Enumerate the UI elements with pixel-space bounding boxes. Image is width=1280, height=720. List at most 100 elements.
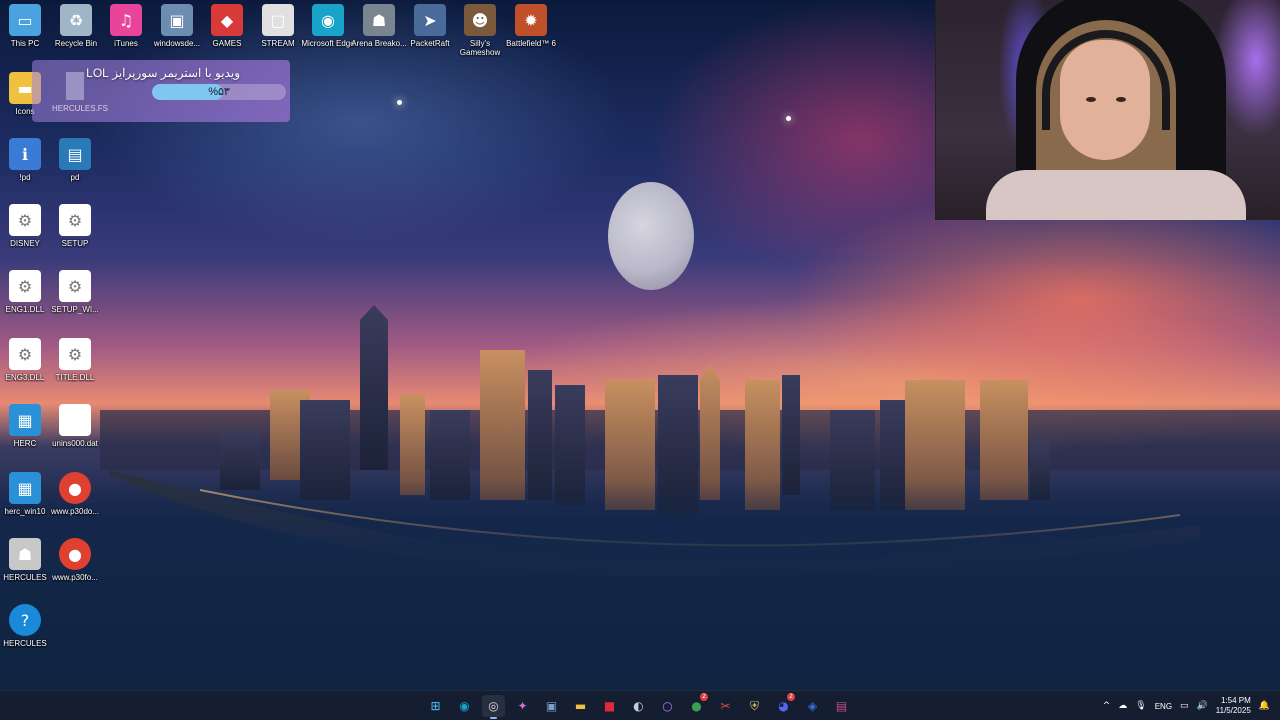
obs-icon: ◎ <box>488 699 499 713</box>
start-button[interactable]: ⊞ <box>424 695 447 717</box>
installer-icon: ▣ <box>161 4 193 36</box>
desktop-icon-pd[interactable]: ▤ pd <box>47 138 103 182</box>
sillys-gameshow-icon: ☻ <box>464 4 496 36</box>
chrome-icon: ● <box>59 472 91 504</box>
desktop-icon-label: pd <box>70 173 80 182</box>
herc-icon: ▦ <box>9 404 41 436</box>
desktop-icon-label: TITLE.DLL <box>55 373 95 382</box>
star <box>786 116 791 121</box>
shield-icon: ⛨ <box>749 698 759 713</box>
chrome-icon: ● <box>59 538 91 570</box>
taskbar-vpn[interactable]: ⛨ <box>743 695 766 717</box>
taskbar-copilot[interactable]: ✦ <box>511 695 534 717</box>
taskbar-steam[interactable]: ◐ <box>627 695 650 717</box>
recycle-bin-icon: ♻ <box>60 4 92 36</box>
folder-icon: ▬ <box>574 699 587 713</box>
donation-overlay: ویدیو با استریمر سورپرایز LOL %۵۳ HERCUL… <box>32 60 290 122</box>
desktop-icon-label: www.p30do... <box>50 507 100 516</box>
desktop-icon-www-p30do[interactable]: ● www.p30do... <box>47 472 103 516</box>
discord-icon: ◕ <box>778 699 789 713</box>
star <box>397 100 402 105</box>
blue-app-icon: ◈ <box>807 699 818 713</box>
games-icon: ◆ <box>211 4 243 36</box>
taskbar-app-red[interactable]: ■ <box>598 695 621 717</box>
notification-icon[interactable]: 🔔 <box>1259 701 1270 711</box>
packetraft-icon: ➤ <box>414 4 446 36</box>
windows-icon: ⊞ <box>430 699 441 713</box>
overlay-percent: %۵۳ <box>208 86 230 98</box>
onedrive-icon[interactable]: ☁ <box>1118 701 1127 711</box>
dll-file-icon: ⚙ <box>9 270 41 302</box>
monitor-icon: ▭ <box>9 4 41 36</box>
dll-file-icon: ⚙ <box>59 338 91 370</box>
taskbar-setup[interactable]: ▣ <box>540 695 563 717</box>
installer-icon: ▣ <box>545 699 558 713</box>
taskbar: ⊞ ◉ ◎ ✦ ▣ ▬ ■ ◐ ○ ● 2 ✂ ⛨ ◕ 2 ◈ ▤ ^ ☁ 🎙 ENG ▭ 🔊 1:54 PM … <box>0 690 1280 720</box>
notification-badge: 2 <box>700 693 708 701</box>
desktop-icon-title-dll[interactable]: ⚙ TITLE.DLL <box>47 338 103 382</box>
overlay-title: ویدیو با استریمر سورپرایز LOL <box>86 66 240 80</box>
edge-icon: ◉ <box>459 699 470 713</box>
desktop-icon-hercules[interactable]: ? HERCULES <box>0 604 53 648</box>
water <box>0 480 1280 690</box>
arena-breakout-icon: ☗ <box>363 4 395 36</box>
battlefield-icon: ✹ <box>515 4 547 36</box>
taskbar-obs[interactable]: ◎ <box>482 695 505 719</box>
taskbar-winrar[interactable]: ▤ <box>830 695 853 717</box>
notification-badge: 2 <box>787 693 795 701</box>
setup-info-icon: ℹ <box>9 138 41 170</box>
moon <box>608 182 694 290</box>
clock-time: 1:54 PM <box>1220 696 1251 705</box>
desktop-icon-label: HERCULES <box>3 639 47 648</box>
blank-file-icon <box>59 404 91 436</box>
taskbar-discord[interactable]: ◕ 2 <box>772 693 795 717</box>
clock[interactable]: 1:54 PM 11/5/2025 <box>1216 696 1251 716</box>
desktop-icon-silly-s-gameshow[interactable]: ☻ Silly's Gameshow <box>452 4 508 57</box>
desktop-icon-label: Battlefield™ 6 <box>506 39 556 48</box>
stream-icon: ▢ <box>262 4 294 36</box>
desktop-icon-label: www.p30fo... <box>52 573 98 582</box>
herc-icon: ▦ <box>9 472 41 504</box>
desktop-icon-label: unins000.dat <box>52 439 98 448</box>
ring-app-icon: ○ <box>662 699 673 713</box>
taskbar-explorer[interactable]: ▬ <box>569 695 592 717</box>
settings-file-icon: ⚙ <box>59 204 91 236</box>
taskbar-purple[interactable]: ○ <box>656 695 679 717</box>
taskbar-chrome[interactable]: ● 2 <box>685 693 708 717</box>
taskbar-edge[interactable]: ◉ <box>453 695 476 717</box>
clock-date: 11/5/2025 <box>1215 706 1251 715</box>
chrome-icon: ● <box>691 699 702 713</box>
microphone-icon[interactable]: 🎙 <box>1135 701 1146 711</box>
archive-icon: ▤ <box>835 699 848 713</box>
dll-file-icon: ⚙ <box>59 270 91 302</box>
desktop-icon-www-p30fo[interactable]: ● www.p30fo... <box>47 538 103 582</box>
desktop-icon-unins000-dat[interactable]: unins000.dat <box>47 404 103 448</box>
desktop-icon-battlefield-6[interactable]: ✹ Battlefield™ 6 <box>503 4 559 48</box>
streamer-body <box>986 170 1246 220</box>
desktop-icon-label: SETUP <box>61 239 89 248</box>
red-app-icon: ■ <box>603 699 616 713</box>
copilot-icon: ✦ <box>517 699 528 713</box>
help-icon: ? <box>9 604 41 636</box>
desktop-icon-setup-wi[interactable]: ⚙ SETUP_WI... <box>47 270 103 314</box>
taskbar-snip[interactable]: ✂ <box>714 695 737 717</box>
volume-icon[interactable]: 🔊 <box>1197 701 1208 711</box>
document-image-icon: ▤ <box>59 138 91 170</box>
desktop-icon-setup[interactable]: ⚙ SETUP <box>47 204 103 248</box>
itunes-icon: ♫ <box>110 4 142 36</box>
desktop-icon-label: SETUP_WI... <box>51 305 99 314</box>
webcam-feed <box>935 0 1280 220</box>
network-icon[interactable]: ▭ <box>1180 701 1189 711</box>
system-tray: ^ ☁ 🎙 ENG ▭ 🔊 1:54 PM 11/5/2025 🔔 <box>1103 691 1280 720</box>
snipping-tool-icon: ✂ <box>720 699 731 713</box>
settings-file-icon: ⚙ <box>9 204 41 236</box>
overlay-subtitle: HERCULES.FS <box>52 104 109 113</box>
taskbar-nord[interactable]: ◈ <box>801 695 824 717</box>
edge-icon: ◉ <box>312 4 344 36</box>
dll-file-icon: ⚙ <box>9 338 41 370</box>
language-indicator[interactable]: ENG <box>1155 702 1172 711</box>
taskbar-apps: ⊞ ◉ ◎ ✦ ▣ ▬ ■ ◐ ○ ● 2 ✂ ⛨ ◕ 2 ◈ ▤ <box>424 693 853 719</box>
steam-icon: ◐ <box>633 699 644 713</box>
overlay-thumbnail <box>66 72 84 100</box>
tray-chevron-icon[interactable]: ^ <box>1103 701 1111 711</box>
